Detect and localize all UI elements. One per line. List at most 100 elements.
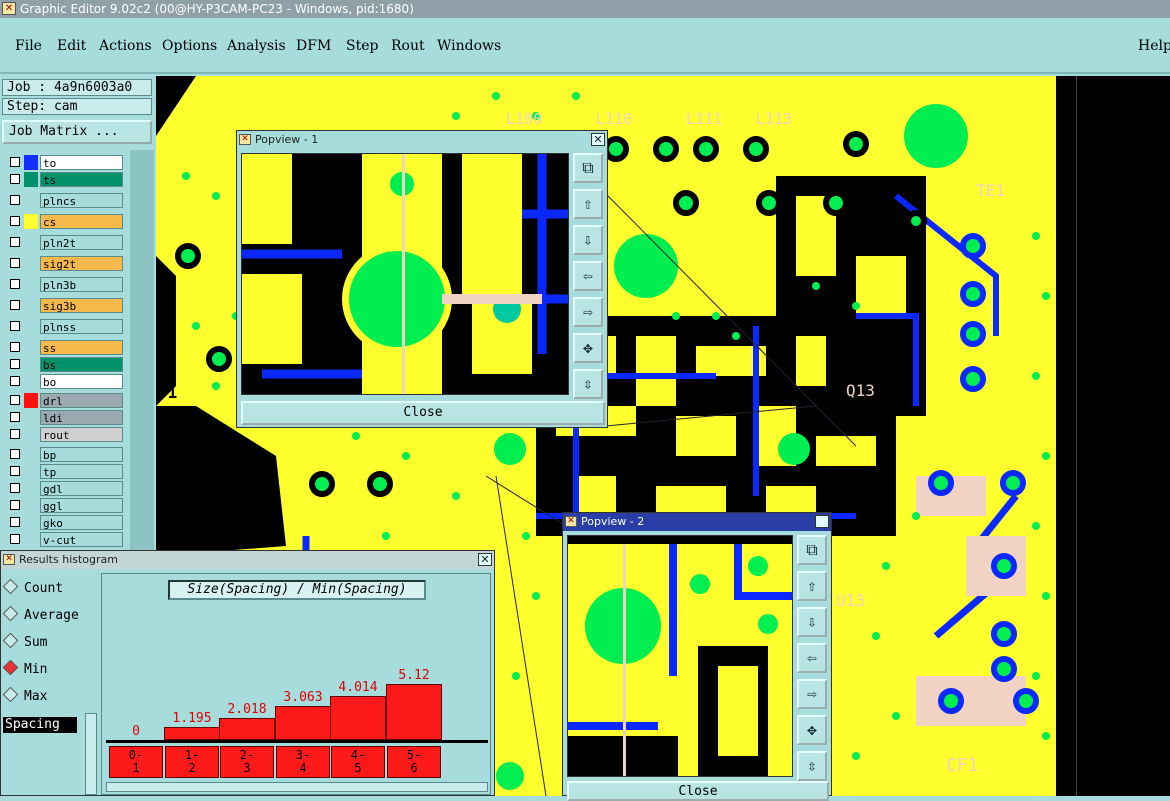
layer-name[interactable]: plncs — [40, 193, 123, 208]
layer-row-rout[interactable]: rout — [2, 426, 130, 444]
menu-edit[interactable]: Edit — [57, 38, 86, 54]
layer-color-swatch[interactable] — [24, 532, 38, 547]
app-icon[interactable]: ✕ — [2, 2, 16, 15]
layer-color-swatch[interactable] — [24, 498, 38, 513]
layer-row-pln2t[interactable]: pln2t — [2, 234, 130, 252]
menu-analysis[interactable]: Analysis — [227, 38, 286, 54]
layer-name[interactable]: cs — [40, 214, 123, 229]
field-scrollbar[interactable] — [85, 713, 97, 795]
window-icon[interactable]: ✕ — [3, 554, 15, 565]
layer-name[interactable]: gdl — [40, 481, 123, 496]
zoom-window-icon[interactable]: ⧉ — [573, 153, 603, 183]
layer-color-swatch[interactable] — [24, 298, 38, 313]
layer-checkbox[interactable] — [10, 216, 20, 226]
layer-row-gdl[interactable]: gdl — [2, 480, 130, 498]
layer-row-ldi[interactable]: ldi — [2, 409, 130, 427]
zoom-fit-icon[interactable]: ✥ — [573, 333, 603, 363]
layer-color-swatch[interactable] — [24, 515, 38, 530]
zoom-out-icon[interactable]: ⇳ — [797, 751, 827, 781]
layer-checkbox[interactable] — [10, 258, 20, 268]
close-icon[interactable]: ✕ — [591, 133, 605, 146]
pan-left-icon[interactable]: ⇦ — [573, 261, 603, 291]
layer-name[interactable]: ts — [40, 172, 123, 187]
layer-name[interactable]: v-cut — [40, 532, 123, 547]
close-icon[interactable]: ✕ — [815, 515, 829, 528]
menu-step[interactable]: Step — [346, 38, 378, 54]
layer-name[interactable]: pln2t — [40, 235, 123, 250]
pan-down-icon[interactable]: ⇩ — [797, 607, 827, 637]
layer-checkbox[interactable] — [10, 395, 20, 405]
layer-checkbox[interactable] — [10, 174, 20, 184]
pan-up-icon[interactable]: ⇧ — [573, 189, 603, 219]
menu-rout[interactable]: Rout — [391, 38, 425, 54]
zoom-fit-icon[interactable]: ✥ — [797, 715, 827, 745]
menu-actions[interactable]: Actions — [99, 38, 152, 54]
menu-options[interactable]: Options — [162, 38, 217, 54]
pan-right-icon[interactable]: ⇨ — [573, 297, 603, 327]
layer-checkbox[interactable] — [10, 466, 20, 476]
layer-color-swatch[interactable] — [24, 155, 38, 170]
zoom-window-icon[interactable]: ⧉ — [797, 535, 827, 565]
layer-checkbox[interactable] — [10, 157, 20, 167]
layer-name[interactable]: sig3b — [40, 298, 123, 313]
layer-color-swatch[interactable] — [24, 357, 38, 372]
layer-name[interactable]: drl — [40, 393, 123, 408]
layer-color-swatch[interactable] — [24, 340, 38, 355]
radio-icon[interactable] — [2, 659, 19, 676]
layer-checkbox[interactable] — [10, 237, 20, 247]
layer-checkbox[interactable] — [10, 195, 20, 205]
layer-color-swatch[interactable] — [24, 235, 38, 250]
pan-left-icon[interactable]: ⇦ — [797, 643, 827, 673]
layer-name[interactable]: bp — [40, 447, 123, 462]
layer-name[interactable]: ss — [40, 340, 123, 355]
layer-name[interactable]: bo — [40, 374, 123, 389]
layer-color-swatch[interactable] — [24, 393, 38, 408]
option-count[interactable]: Count — [2, 578, 63, 599]
layer-color-swatch[interactable] — [24, 277, 38, 292]
layer-name[interactable]: tp — [40, 464, 123, 479]
layer-color-swatch[interactable] — [24, 193, 38, 208]
layer-checkbox[interactable] — [10, 376, 20, 386]
popview-1-close-button[interactable]: Close — [241, 401, 605, 425]
layer-row-bo[interactable]: bo — [2, 373, 130, 391]
layer-checkbox[interactable] — [10, 359, 20, 369]
layer-color-swatch[interactable] — [24, 256, 38, 271]
layer-color-swatch[interactable] — [24, 374, 38, 389]
layer-checkbox[interactable] — [10, 429, 20, 439]
layer-row-tp[interactable]: tp — [2, 463, 130, 481]
layer-name[interactable]: gko — [40, 515, 123, 530]
pan-up-icon[interactable]: ⇧ — [797, 571, 827, 601]
layer-name[interactable]: sig2t — [40, 256, 123, 271]
layer-color-swatch[interactable] — [24, 447, 38, 462]
layer-checkbox[interactable] — [10, 279, 20, 289]
radio-icon[interactable] — [2, 686, 19, 703]
layer-row-ts[interactable]: ts — [2, 171, 130, 189]
layer-color-swatch[interactable] — [24, 427, 38, 442]
layer-row-drl[interactable]: drl — [2, 392, 130, 410]
layer-color-swatch[interactable] — [24, 319, 38, 334]
popview-2-close-button[interactable]: Close — [567, 781, 829, 801]
radio-icon[interactable] — [2, 605, 19, 622]
layer-checkbox[interactable] — [10, 300, 20, 310]
layer-color-swatch[interactable] — [24, 410, 38, 425]
layer-checkbox[interactable] — [10, 342, 20, 352]
option-min[interactable]: Min — [2, 659, 47, 680]
menu-dfm[interactable]: DFM — [296, 38, 331, 54]
layer-name[interactable]: plnss — [40, 319, 123, 334]
pan-down-icon[interactable]: ⇩ — [573, 225, 603, 255]
layer-name[interactable]: rout — [40, 427, 123, 442]
menu-windows[interactable]: Windows — [437, 38, 501, 54]
field-selector[interactable]: Spacing — [3, 717, 77, 733]
zoom-out-icon[interactable]: ⇳ — [573, 369, 603, 399]
window-icon[interactable]: ✕ — [239, 134, 251, 145]
layer-row-cs[interactable]: cs — [2, 213, 130, 231]
radio-icon[interactable] — [2, 578, 19, 595]
option-average[interactable]: Average — [2, 605, 79, 626]
layer-row-ggl[interactable]: ggl — [2, 497, 130, 515]
popview-1-canvas[interactable] — [241, 153, 569, 395]
layer-row-plncs[interactable]: plncs — [2, 192, 130, 210]
layer-checkbox[interactable] — [10, 412, 20, 422]
layer-row-bp[interactable]: bp — [2, 446, 130, 464]
layer-name[interactable]: pln3b — [40, 277, 123, 292]
layer-name[interactable]: ldi — [40, 410, 123, 425]
